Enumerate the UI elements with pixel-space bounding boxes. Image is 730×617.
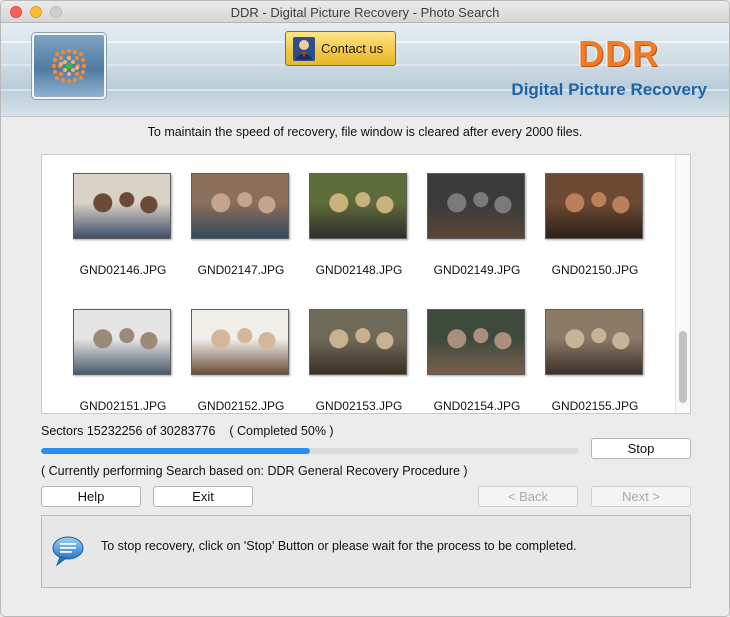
file-name-label: GND02155.JPG [551, 399, 639, 413]
app-logo [32, 33, 106, 99]
back-button[interactable]: < Back [478, 486, 578, 507]
completed-percent: ( Completed 50% ) [229, 424, 334, 438]
app-window: DDR - Digital Picture Recovery - Photo S… [0, 0, 730, 617]
file-name-label: GND02151.JPG [79, 399, 167, 413]
contact-us-label: Contact us [321, 41, 384, 56]
file-name-label: GND02148.JPG [315, 263, 403, 277]
photo-preview [427, 309, 525, 375]
header-banner: Contact us DDR Digital Picture Recovery [1, 23, 729, 117]
next-button[interactable]: Next > [591, 486, 691, 507]
recovery-logo-icon [51, 48, 87, 84]
contact-us-button[interactable]: Contact us [285, 31, 396, 66]
file-name-label: GND02153.JPG [315, 399, 403, 413]
photo-preview [545, 309, 643, 375]
title-bar: DDR - Digital Picture Recovery - Photo S… [1, 1, 729, 23]
sectors-status: Sectors 15232256 of 30283776 ( Completed… [41, 424, 334, 438]
file-name-label: GND02147.JPG [197, 263, 285, 277]
progress-fill [41, 448, 310, 454]
current-procedure: ( Currently performing Search based on: … [41, 464, 468, 478]
photo-preview [309, 309, 407, 375]
photo-preview [191, 173, 289, 239]
window-title: DDR - Digital Picture Recovery - Photo S… [230, 5, 500, 20]
file-name-label: GND02152.JPG [197, 399, 285, 413]
photo-preview [191, 309, 289, 375]
photo-preview [427, 173, 525, 239]
photo-preview [73, 309, 171, 375]
file-name-label: GND02150.JPG [551, 263, 639, 277]
photo-preview [545, 173, 643, 239]
progress-bar [41, 448, 579, 454]
speech-bubble-icon [52, 536, 84, 567]
clear-notice: To maintain the speed of recovery, file … [147, 125, 583, 139]
file-name-label: GND02146.JPG [79, 263, 167, 277]
support-person-icon [293, 36, 315, 61]
stop-button[interactable]: Stop [591, 438, 691, 459]
sectors-count: Sectors 15232256 of 30283776 [41, 424, 216, 438]
file-window-scrollbar[interactable] [675, 155, 690, 413]
file-name-label: GND02149.JPG [433, 263, 521, 277]
photo-preview [309, 173, 407, 239]
file-window: GND02146.JPG GND02147.JPG GND02148.JPG GND0… [41, 154, 691, 414]
status-message: To stop recovery, click on 'Stop' Button… [101, 539, 577, 553]
photo-preview [73, 173, 171, 239]
brand-name: DDR [578, 33, 659, 74]
help-button[interactable]: Help [41, 486, 141, 507]
status-message-box: To stop recovery, click on 'Stop' Button… [41, 515, 691, 588]
scrollbar-thumb[interactable] [679, 331, 687, 403]
brand-subtitle: Digital Picture Recovery [511, 80, 707, 99]
exit-button[interactable]: Exit [153, 486, 253, 507]
file-name-label: GND02154.JPG [433, 399, 521, 413]
